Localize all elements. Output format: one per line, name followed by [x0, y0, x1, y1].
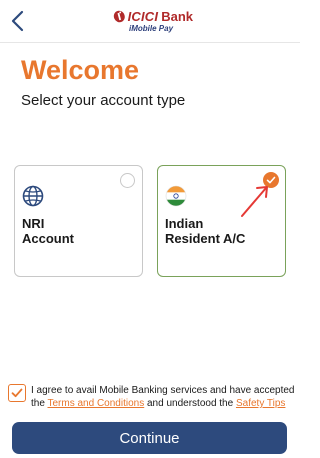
page-subtitle: Select your account type	[21, 92, 186, 109]
consent-text-part2: and understood the	[144, 398, 236, 409]
back-button[interactable]	[8, 9, 28, 33]
chevron-left-icon	[11, 10, 24, 32]
card-label-line2: Resident A/C	[165, 231, 246, 246]
logo-subtitle: iMobile Pay	[129, 24, 174, 33]
check-icon	[11, 388, 23, 398]
logo-bank-text: Bank	[161, 8, 193, 24]
header-divider	[0, 42, 300, 43]
continue-button[interactable]: Continue	[12, 422, 287, 454]
globe-icon	[22, 185, 44, 207]
check-icon	[266, 176, 276, 184]
header: ICICI Bank iMobile Pay	[0, 0, 300, 42]
card-label-line1: NRI	[22, 216, 45, 231]
card-label-line1: Indian	[165, 216, 204, 231]
consent-checkbox[interactable]	[8, 384, 26, 402]
logo-brand-text: ICICI	[127, 8, 159, 24]
card-label-line2: Account	[22, 231, 74, 246]
consent-text: I agree to avail Mobile Banking services…	[31, 384, 296, 410]
safety-tips-link[interactable]: Safety Tips	[236, 398, 285, 409]
radio-unselected[interactable]	[120, 173, 135, 188]
card-label: Indian Resident A/C	[165, 216, 245, 246]
radio-selected[interactable]	[263, 172, 279, 188]
icici-logo: ICICI Bank iMobile Pay	[113, 8, 193, 36]
icici-logo-mark-icon	[113, 10, 125, 22]
page-title: Welcome	[21, 55, 140, 85]
account-type-card-indian-resident[interactable]: Indian Resident A/C	[157, 165, 286, 277]
account-type-card-nri[interactable]: NRI Account	[14, 165, 143, 277]
terms-link[interactable]: Terms and Conditions	[48, 398, 145, 409]
india-flag-icon	[165, 185, 187, 207]
card-label: NRI Account	[22, 216, 74, 246]
